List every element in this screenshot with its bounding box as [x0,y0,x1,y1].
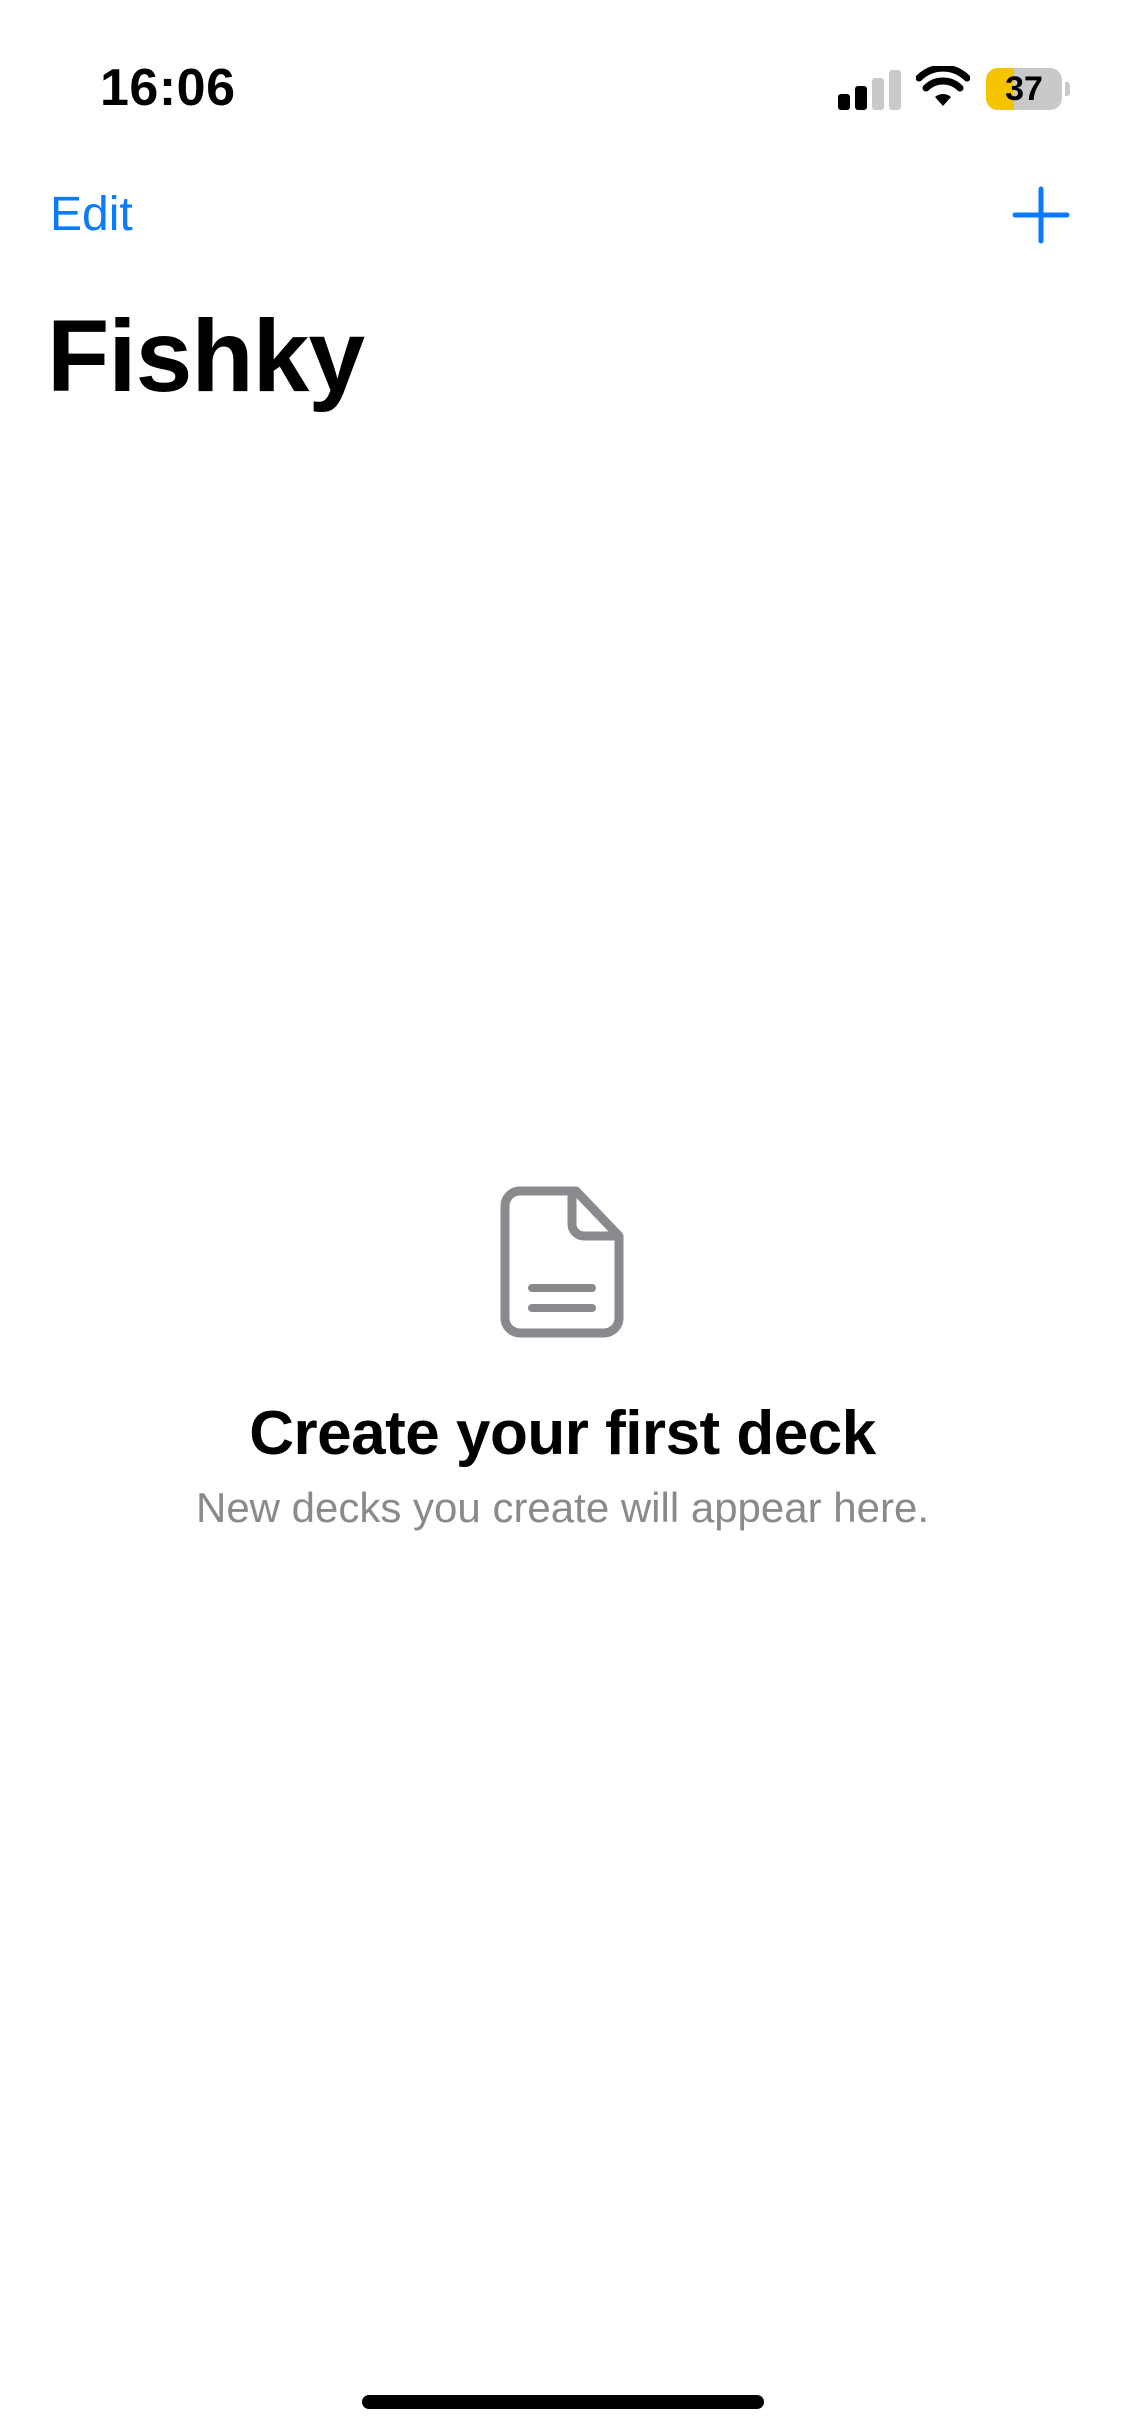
empty-state-title: Create your first deck [249,1399,876,1468]
battery-body: 37 [986,68,1062,110]
document-icon [500,1186,624,1338]
wifi-icon [916,66,970,106]
battery-icon: 37 [986,68,1070,110]
battery-tip [1065,82,1070,96]
battery-level: 37 [1005,70,1043,108]
home-indicator[interactable] [362,2395,764,2409]
plus-icon[interactable] [1012,186,1070,244]
edit-button[interactable]: Edit [50,186,133,244]
page-title: Fishky [47,299,365,413]
cellular-signal-icon [838,70,902,110]
empty-state-subtitle: New decks you create will appear here. [195,1484,930,1531]
status-time: 16:06 [100,59,236,117]
